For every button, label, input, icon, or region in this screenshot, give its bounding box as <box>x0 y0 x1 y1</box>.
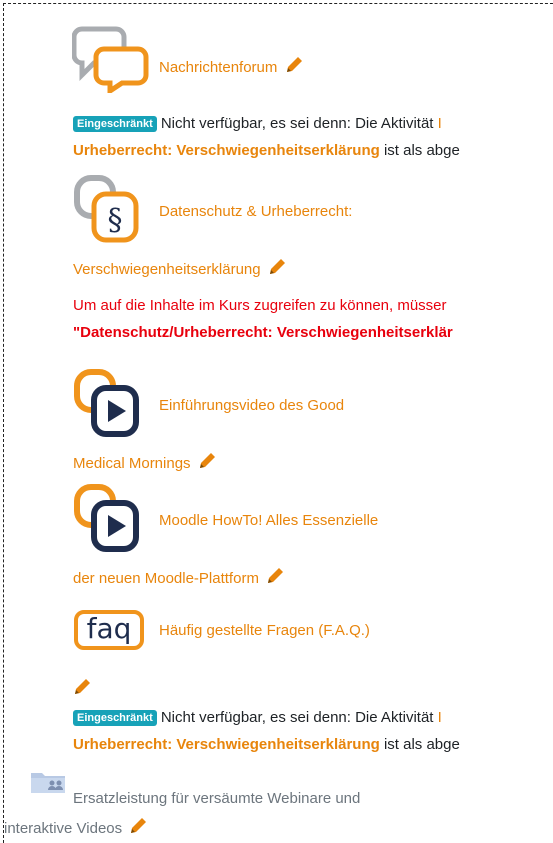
pencil-icon[interactable] <box>268 258 286 276</box>
pencil-icon[interactable] <box>73 678 91 696</box>
pencil-icon[interactable] <box>129 817 147 835</box>
video-icon[interactable] <box>72 483 150 555</box>
video2-link[interactable]: Moodle HowTo! Alles Essenzielle <box>159 512 378 529</box>
folder-label[interactable]: Ersatzleistung für versäumte Webinare un… <box>73 790 360 807</box>
pencil-icon[interactable] <box>198 452 216 470</box>
faq-edit[interactable] <box>73 678 91 698</box>
restriction-info: Eingeschränkt Nicht verfügbar, es sei den… <box>73 115 442 132</box>
restricted-badge: Eingeschränkt <box>73 116 157 132</box>
video1-link-line2[interactable]: Medical Mornings <box>73 452 216 472</box>
video-icon[interactable] <box>72 368 150 440</box>
page-icon[interactable]: § <box>72 174 150 246</box>
restricted-badge: Eingeschränkt <box>73 710 157 726</box>
access-notice-bold: "Datenschutz/Urheberrecht: Verschwiegenh… <box>73 324 453 341</box>
forum-icon[interactable] <box>72 25 150 93</box>
forum-link[interactable]: Nachrichtenforum <box>159 56 303 76</box>
svg-text:§: § <box>108 203 123 238</box>
restriction-info-line2: Urheberrecht: Verschwiegenheitserklärung… <box>73 142 460 159</box>
activity-link[interactable]: Urheberrecht: Verschwiegenheitserklärung <box>73 142 380 159</box>
pencil-icon[interactable] <box>285 56 303 74</box>
restriction-info-line2: Urheberrecht: Verschwiegenheitserklärung… <box>73 736 460 753</box>
video2-link-line2[interactable]: der neuen Moodle-Plattform <box>73 567 284 587</box>
privacy-link-line2[interactable]: Verschwiegenheitserklärung <box>73 258 286 278</box>
faq-icon[interactable]: faq <box>74 610 144 650</box>
pencil-icon[interactable] <box>266 567 284 585</box>
restriction-info: Eingeschränkt Nicht verfügbar, es sei den… <box>73 709 442 726</box>
forum-label[interactable]: Nachrichtenforum <box>159 59 277 76</box>
folder-label-line2[interactable]: interaktive Videos <box>4 817 147 837</box>
folder-icon[interactable] <box>30 770 66 794</box>
video1-link[interactable]: Einführungsvideo des Good <box>159 397 344 414</box>
faq-link[interactable]: Häufig gestellte Fragen (F.A.Q.) <box>159 622 370 639</box>
access-notice: Um auf die Inhalte im Kurs zugreifen zu … <box>73 297 447 314</box>
activity-link[interactable]: Urheberrecht: Verschwiegenheitserklärung <box>73 736 380 753</box>
privacy-link[interactable]: Datenschutz & Urheberrecht: <box>159 203 352 220</box>
